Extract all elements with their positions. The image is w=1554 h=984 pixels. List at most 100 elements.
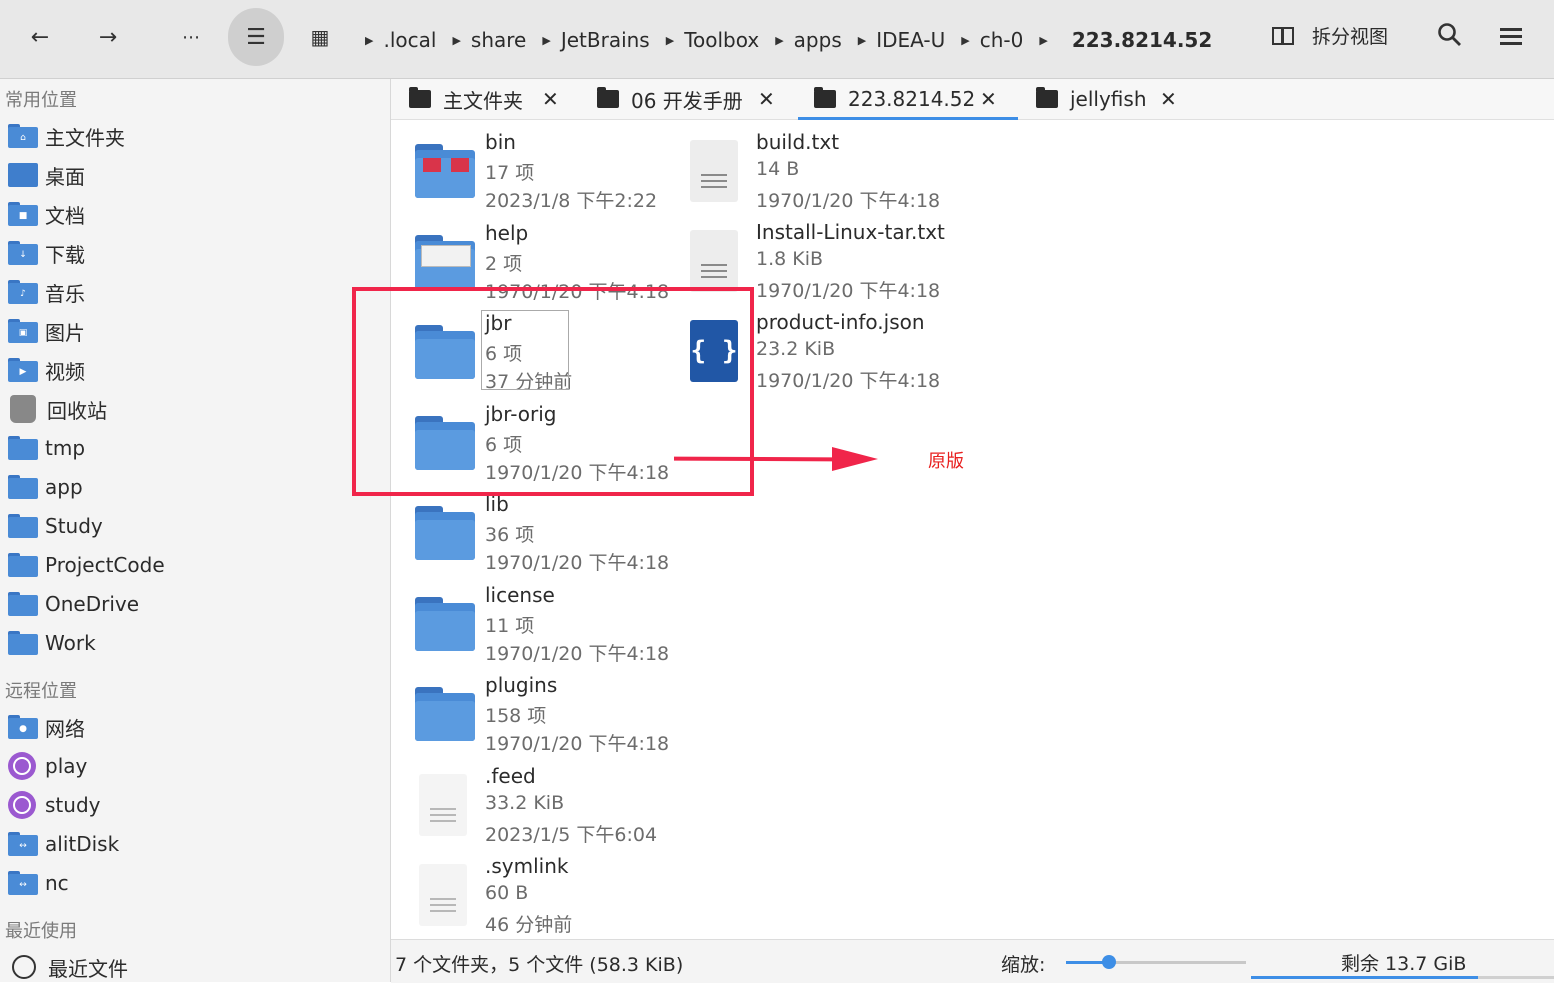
back-button[interactable]: ← — [12, 8, 68, 66]
sidebar-item-label: nc — [45, 871, 69, 895]
chevron-right-icon[interactable]: ▶ — [452, 34, 460, 47]
folder-icon — [1036, 87, 1058, 108]
icon-view-button[interactable]: ⋯ — [162, 8, 218, 66]
sidebar-item[interactable]: 桌面 — [8, 158, 85, 192]
tree-view-button[interactable]: ▦ — [292, 8, 348, 66]
sidebar-item[interactable]: OneDrive — [8, 587, 139, 621]
tab-jellyfish[interactable]: jellyfish — [1036, 79, 1147, 119]
sidebar-item[interactable]: ■ 文档 — [8, 197, 85, 231]
sidebar-item[interactable]: ▶ 视频 — [8, 353, 85, 387]
file-date: 1970/1/20 下午4:18 — [756, 370, 941, 392]
sidebar-item-label: 网络 — [45, 716, 85, 741]
sidebar-item[interactable]: play — [8, 749, 87, 783]
search-button[interactable] — [1437, 22, 1463, 52]
annotation-label: 原版 — [928, 451, 964, 472]
sidebar-item-label: study — [45, 793, 101, 817]
chevron-right-icon[interactable]: ▶ — [1039, 34, 1047, 47]
file-count: 2 项 — [485, 252, 523, 275]
annotation-arrow-head — [832, 447, 878, 471]
file-name: .feed — [485, 763, 536, 788]
file-date: 1970/1/20 下午4:18 — [756, 280, 941, 302]
file-item[interactable]: build.txt 14 B 1970/1/20 下午4:18 — [684, 130, 944, 216]
file-item[interactable]: license 11 项 1970/1/20 下午4:18 — [413, 583, 673, 669]
free-space-text: 剩余 13.7 GiB — [1341, 953, 1467, 975]
remote-folder-icon: ↔ — [8, 832, 38, 856]
text-file-icon — [690, 230, 738, 292]
status-bar: 7 个文件夹，5 个文件 (58.3 KiB) 缩放: 剩余 13.7 GiB — [391, 939, 1554, 983]
sidebar-item[interactable]: ProjectCode — [8, 548, 165, 582]
sidebar-section-common: 常用位置 — [5, 90, 77, 111]
file-item[interactable]: .feed 33.2 KiB 2023/1/5 下午6:04 — [413, 764, 673, 850]
sidebar-item-label: 桌面 — [45, 164, 85, 189]
clock-icon — [12, 955, 36, 979]
file-item[interactable]: bin 17 项 2023/1/8 下午2:22 — [413, 130, 673, 216]
chevron-right-icon[interactable]: ▶ — [961, 34, 969, 47]
sidebar-item[interactable]: ▣ 图片 — [8, 314, 85, 348]
split-view-icon — [1272, 26, 1294, 45]
sidebar-item[interactable]: ♪ 音乐 — [8, 275, 85, 309]
file-item[interactable]: .symlink 60 B 46 分钟前 — [413, 854, 673, 940]
bin-folder-icon — [415, 144, 475, 198]
sidebar-item[interactable]: ↔ alitDisk — [8, 827, 119, 861]
sidebar-item-label: 图片 — [45, 320, 85, 345]
breadcrumb-item[interactable]: ch-0 — [980, 28, 1024, 52]
file-count: 36 项 — [485, 524, 535, 546]
file-count: 60 B — [485, 882, 529, 904]
chevron-right-icon[interactable]: ▶ — [542, 34, 550, 47]
split-view-button[interactable]: 拆分视图 — [1272, 22, 1388, 49]
file-name: help — [485, 220, 529, 245]
close-icon[interactable]: ✕ — [980, 87, 997, 111]
breadcrumb-item[interactable]: apps — [794, 28, 842, 52]
sidebar-item[interactable]: ↓ 下载 — [8, 236, 85, 270]
breadcrumb-current[interactable]: 223.8214.52 — [1072, 28, 1212, 52]
text-file-icon — [690, 140, 738, 202]
zoom-slider[interactable] — [1066, 955, 1246, 969]
sidebar-item[interactable]: ⌂ 主文件夹 — [8, 119, 125, 153]
sidebar-item[interactable]: tmp — [8, 431, 85, 465]
desktop-icon — [8, 163, 38, 187]
annotation-arrow-line — [673, 456, 835, 462]
disk-usage-bar — [1251, 976, 1554, 979]
zoom-slider-handle[interactable] — [1102, 955, 1117, 969]
tab-home[interactable]: 主文件夹 — [409, 79, 523, 119]
sidebar-section-recent: 最近使用 — [5, 921, 77, 942]
sidebar-item-label: 音乐 — [45, 281, 85, 306]
sidebar: 常用位置 ⌂ 主文件夹桌面 ■ 文档 ↓ 下载 ♪ 音乐 ▣ 图片 ▶ 视频回收站 tmp app Stud… — [0, 79, 391, 982]
list-view-button[interactable]: ☰ — [228, 8, 284, 66]
documents-folder-icon: ■ — [8, 202, 38, 226]
chevron-right-icon[interactable]: ▶ — [858, 34, 866, 47]
close-icon[interactable]: ✕ — [758, 87, 775, 111]
sidebar-item[interactable]: 回收站 — [8, 392, 107, 426]
menu-button[interactable] — [1500, 24, 1522, 49]
sidebar-item-recent-files[interactable]: 最近文件 — [8, 950, 128, 984]
close-icon[interactable]: ✕ — [542, 87, 559, 111]
sidebar-item-label: Work — [45, 631, 96, 655]
chevron-right-icon[interactable]: ▶ — [666, 34, 674, 47]
breadcrumb-item[interactable]: JetBrains — [561, 28, 650, 52]
sidebar-item[interactable]: Study — [8, 509, 103, 543]
sidebar-item[interactable]: ● 网络 — [8, 710, 85, 744]
breadcrumb-item[interactable]: share — [471, 28, 526, 52]
chevron-right-icon[interactable]: ▶ — [365, 34, 373, 47]
close-icon[interactable]: ✕ — [1160, 87, 1177, 111]
file-name: Install-Linux-tar.txt — [756, 220, 945, 244]
breadcrumb-item[interactable]: Toolbox — [684, 28, 759, 52]
tab-label: jellyfish — [1070, 87, 1147, 111]
file-item[interactable]: plugins 158 项 1970/1/20 下午4:18 — [413, 673, 673, 759]
sidebar-item[interactable]: study — [8, 788, 100, 822]
forward-button[interactable]: → — [80, 8, 136, 66]
remote-folder-icon: ↔ — [8, 871, 38, 895]
tab-dev-manual[interactable]: 06 开发手册 — [597, 79, 743, 119]
disk-usage-fill — [1251, 976, 1479, 979]
sidebar-item[interactable]: ↔ nc — [8, 866, 69, 900]
sidebar-item[interactable]: Work — [8, 626, 96, 660]
sidebar-item[interactable]: app — [8, 470, 83, 504]
sidebar-item-label: play — [45, 754, 88, 778]
breadcrumb-item[interactable]: IDEA-U — [876, 28, 945, 52]
sidebar-item-label: Study — [45, 514, 103, 538]
split-view-label: 拆分视图 — [1312, 26, 1389, 48]
chevron-right-icon[interactable]: ▶ — [775, 34, 783, 47]
breadcrumb-item[interactable]: .local — [383, 28, 436, 52]
file-name: plugins — [485, 673, 558, 697]
file-item[interactable]: lib 36 项 1970/1/20 下午4:18 — [413, 492, 673, 578]
